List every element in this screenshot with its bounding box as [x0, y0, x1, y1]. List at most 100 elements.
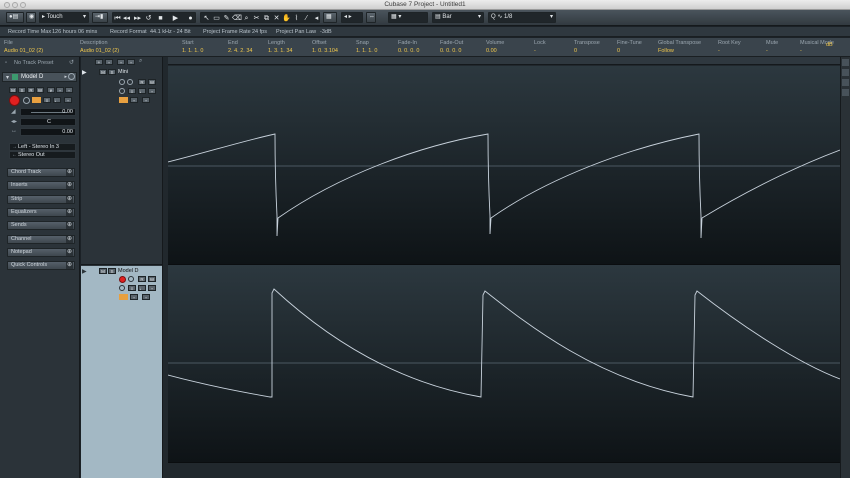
- play-tool-icon[interactable]: ◂: [312, 13, 319, 22]
- edit-instrument-icon[interactable]: [68, 73, 75, 80]
- info-cell[interactable]: Length 1. 3. 1. 34: [268, 40, 292, 54]
- record-enable-icon[interactable]: [119, 276, 126, 283]
- info-cell[interactable]: Mute -: [766, 40, 778, 54]
- info-cell[interactable]: Volume 0.00: [486, 40, 504, 54]
- info-cell[interactable]: Offset 1. 0. 3.104: [312, 40, 338, 54]
- color-button[interactable]: ▦: [323, 12, 337, 23]
- pencil-icon[interactable]: ✎: [222, 13, 231, 22]
- timewarp-icon[interactable]: ⌇: [292, 13, 301, 22]
- constrain-delay-button[interactable]: ◉: [26, 12, 36, 23]
- info-cell[interactable]: dB: [826, 40, 833, 48]
- timebase-button[interactable]: ♩: [138, 88, 146, 94]
- zoom-presets-icon[interactable]: [842, 79, 849, 86]
- track-preset-field[interactable]: ▫ No Track Preset ↺: [2, 59, 77, 67]
- record-enable-icon[interactable]: [119, 79, 125, 85]
- mute-button[interactable]: M: [99, 69, 107, 75]
- inspector-section[interactable]: Chord Track ⊕: [7, 168, 75, 177]
- inspector-section[interactable]: Channel ⊕: [7, 234, 75, 244]
- info-cell[interactable]: File Audio 01_02 (2): [4, 40, 43, 54]
- activate-project-button[interactable]: ●▤: [6, 12, 24, 23]
- expand-section-icon[interactable]: ⊕: [66, 208, 73, 216]
- monitor-icon[interactable]: [128, 276, 134, 282]
- inspector-section[interactable]: Inserts ⊕: [7, 181, 75, 191]
- eraser-icon[interactable]: ⌫: [232, 13, 242, 22]
- expand-section-icon[interactable]: ⊕: [66, 248, 73, 256]
- read-automation-button[interactable]: R: [27, 87, 35, 93]
- inspector-section[interactable]: Equalizers ⊕: [7, 207, 75, 217]
- info-cell[interactable]: Fine-Tune 0: [617, 40, 642, 54]
- grid-type-select[interactable]: ▤ Bar ▾: [432, 12, 484, 23]
- nudge-button[interactable]: ◂ ▸: [341, 12, 363, 23]
- vertical-scrollbar[interactable]: [840, 57, 850, 478]
- snap-icon[interactable]: ⇔: [366, 12, 376, 23]
- solo-button[interactable]: S: [108, 268, 116, 274]
- line-tool-icon[interactable]: ⁄: [302, 13, 311, 22]
- record-icon[interactable]: ●: [186, 13, 195, 22]
- drum-map-button[interactable]: ▫: [148, 88, 156, 94]
- automation-mode-select[interactable]: ▸ Touch ▾: [39, 12, 89, 23]
- write-automation-button[interactable]: W: [148, 79, 156, 85]
- cycle-icon[interactable]: ↺: [144, 13, 153, 22]
- reset-icon[interactable]: ↺: [69, 59, 74, 66]
- mute-button[interactable]: M: [9, 87, 17, 93]
- track-options-button[interactable]: ▫: [127, 59, 135, 65]
- rewind-icon[interactable]: ◂◂: [122, 13, 131, 22]
- info-cell[interactable]: Start 1. 1. 1. 0: [182, 40, 203, 54]
- add-track-button[interactable]: +: [95, 59, 103, 65]
- timebase-button[interactable]: ♩: [53, 97, 61, 103]
- edit-button[interactable]: e: [47, 87, 55, 93]
- channel-button[interactable]: ▫: [142, 97, 150, 103]
- inspector-section[interactable]: Quick Controls ⊕: [7, 261, 75, 271]
- expand-section-icon[interactable]: ⊕: [66, 262, 73, 270]
- read-automation-button[interactable]: R: [138, 79, 146, 85]
- info-cell[interactable]: Description Audio 01_02 (2): [80, 40, 119, 54]
- autoscroll-button[interactable]: ⇥▮: [92, 12, 108, 23]
- track-visibility-button[interactable]: ▫: [117, 59, 125, 65]
- play-icon[interactable]: ▶: [171, 13, 180, 22]
- channel-settings-button[interactable]: ▫: [65, 87, 73, 93]
- track-filter-button[interactable]: ▫: [105, 59, 113, 65]
- solo-button[interactable]: S: [18, 87, 26, 93]
- mute-tool-icon[interactable]: ✕: [272, 13, 281, 22]
- edit-instrument-icon[interactable]: [119, 285, 125, 291]
- stop-icon[interactable]: ■: [156, 13, 165, 22]
- monitor-icon[interactable]: [127, 79, 133, 85]
- lock-icon[interactable]: [32, 97, 41, 103]
- write-automation-button[interactable]: W: [36, 87, 44, 93]
- drum-map-button[interactable]: ▫: [64, 97, 72, 103]
- expand-section-icon[interactable]: ⊕: [66, 169, 73, 176]
- magnify-icon[interactable]: ⌕: [242, 13, 251, 22]
- rewind-to-start-icon[interactable]: ⏮: [113, 13, 122, 22]
- info-cell[interactable]: Root Key -: [718, 40, 741, 54]
- freeze-button[interactable]: ▫: [56, 87, 64, 93]
- event-display[interactable]: [163, 57, 850, 478]
- output-routing-select[interactable]: ← Stereo Out: [9, 151, 76, 159]
- quantize-select[interactable]: Q ∿ 1/8 ▾: [488, 12, 556, 23]
- lanes-button[interactable]: ≡: [128, 88, 136, 94]
- zoom-out-icon[interactable]: [842, 69, 849, 76]
- scissors-icon[interactable]: ✂: [252, 13, 261, 22]
- lanes-button[interactable]: ≡: [128, 285, 136, 291]
- track-header-model-d[interactable]: ▶ M S Model D R W ≡ ♩ ▫ ▫ ▫: [81, 266, 162, 478]
- pan-field[interactable]: C: [20, 118, 76, 126]
- inspector-section[interactable]: Notepad ⊕: [7, 247, 75, 257]
- expand-section-icon[interactable]: ⊕: [66, 195, 73, 203]
- track-name-field[interactable]: ▾ Model D ▸: [2, 72, 77, 82]
- info-cell[interactable]: Fade-Out 0. 0. 0. 0: [440, 40, 463, 54]
- record-enable-button[interactable]: [9, 95, 20, 106]
- range-icon[interactable]: ▭: [212, 13, 221, 22]
- monitor-button[interactable]: [23, 97, 30, 104]
- search-icon[interactable]: ⌕: [139, 58, 142, 65]
- pointer-icon[interactable]: ↖: [202, 13, 211, 22]
- info-cell[interactable]: End 2. 4. 2. 34: [228, 40, 252, 54]
- write-automation-button[interactable]: W: [148, 276, 156, 282]
- lock-icon[interactable]: [119, 97, 128, 103]
- hand-icon[interactable]: ✋: [282, 13, 291, 22]
- info-cell[interactable]: Global Transpose Follow: [658, 40, 701, 54]
- volume-field[interactable]: 0.00: [20, 108, 76, 116]
- forward-icon[interactable]: ▸▸: [133, 13, 142, 22]
- channel-button[interactable]: ▫: [142, 294, 150, 300]
- edit-instrument-icon[interactable]: [119, 88, 125, 94]
- lock-icon[interactable]: [119, 294, 128, 300]
- freeze-button[interactable]: ▫: [130, 97, 138, 103]
